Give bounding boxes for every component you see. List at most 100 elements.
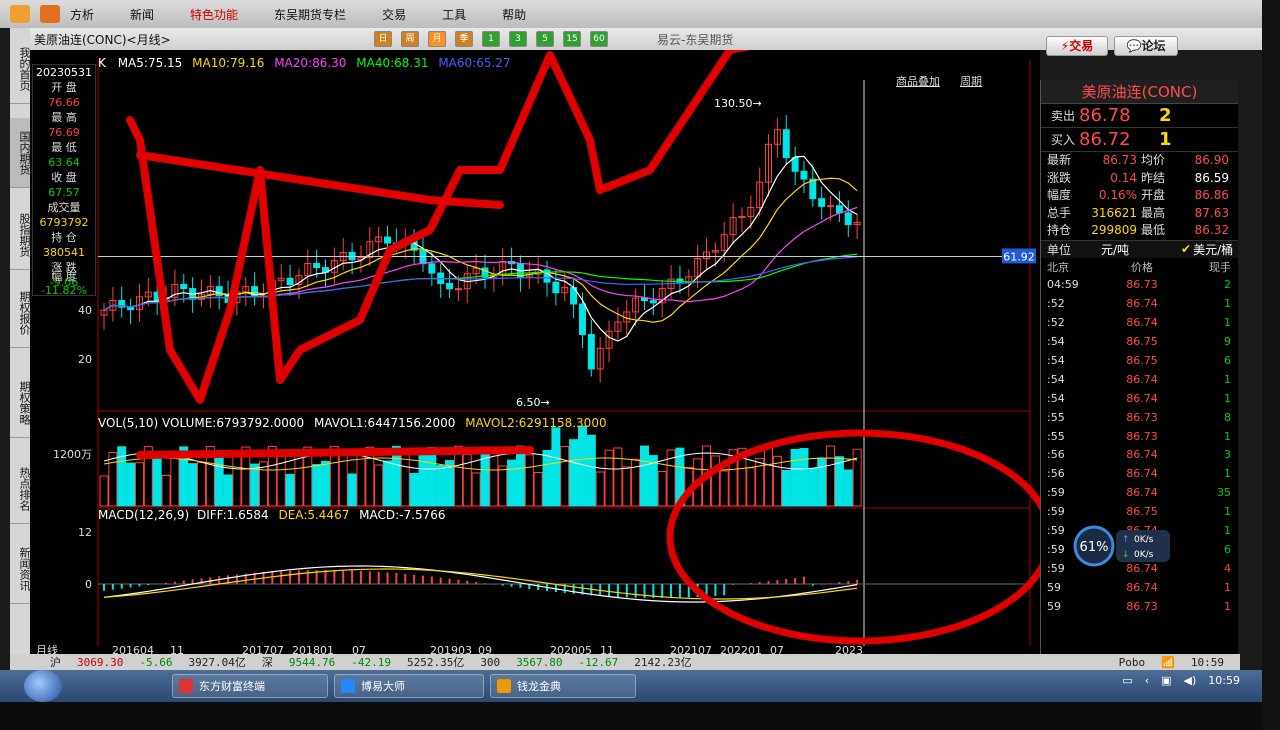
- minute-60-button[interactable]: 60: [590, 31, 608, 47]
- candle-body: [809, 178, 817, 200]
- volume-bar: [826, 445, 836, 507]
- volume-bar: [710, 455, 720, 507]
- volume-bar: [409, 472, 419, 507]
- macd-tick-label: 12: [78, 526, 92, 539]
- mavol2-value: MAVOL2:6291158.3000: [465, 416, 607, 430]
- tick-volume: 6: [1224, 354, 1231, 367]
- stat-oi-label: 持仓: [1047, 223, 1072, 237]
- window-caption: 易云-东吴期货: [657, 32, 734, 47]
- volume-bar: [126, 462, 136, 507]
- unit-label: 单位: [1047, 242, 1072, 257]
- tick-volume: 1: [1224, 524, 1231, 538]
- stat-prev-settle-label: 昨结: [1141, 170, 1166, 185]
- tick-price: 86.74: [1126, 448, 1158, 462]
- volume-bar: [719, 470, 729, 507]
- quote-panel: 美原油连(CONC) 卖出 86.78 2 买入 86.72 1 最新 86.7…: [1040, 80, 1238, 662]
- period-quarter-button[interactable]: 季: [455, 31, 473, 47]
- tick-volume: 2: [1224, 278, 1231, 292]
- period-week-button[interactable]: 周: [401, 31, 419, 47]
- net-down-speed: 0K/s: [1134, 550, 1154, 560]
- macd-legend: MACD(12,26,9) DIFF:1.6584 DEA:5.4467 MAC…: [98, 508, 446, 522]
- stat-pct-value: 0.16%: [1098, 188, 1137, 202]
- start-button[interactable]: [24, 670, 62, 702]
- menu-help[interactable]: 帮助: [502, 6, 526, 23]
- currency-check-icon[interactable]: ✔: [1181, 242, 1191, 256]
- ask-label: 卖出: [1051, 109, 1076, 123]
- info-low-value: 63.64: [48, 156, 80, 169]
- tick-volume: 1: [1224, 297, 1231, 311]
- task-boyi[interactable]: 博易大师: [334, 674, 484, 698]
- tab-option-strategy[interactable]: 期权策略: [10, 368, 31, 438]
- mavol1-value: MAVOL1:6447156.2000: [313, 416, 456, 430]
- task-eastmoney-label: 东方财富终端: [199, 680, 265, 693]
- chart-area[interactable]: 40 20 1200万 12 0 月线 201604 11 201707 201801 07 2019…: [30, 6, 1054, 662]
- volume-bar: [400, 453, 410, 507]
- forum-button[interactable]: 💬论坛: [1114, 36, 1178, 56]
- taskbar-clock[interactable]: 10:59: [1208, 674, 1240, 687]
- menu-analysis[interactable]: 方析: [70, 6, 94, 23]
- task-eastmoney[interactable]: 东方财富终端: [172, 674, 328, 698]
- volume-bar: [817, 457, 827, 507]
- volume-bar: [577, 425, 587, 507]
- stat-avg-label: 均价: [1141, 153, 1166, 167]
- volume-icon[interactable]: ◀): [1184, 674, 1197, 687]
- app-icon[interactable]: [10, 5, 30, 23]
- minute-15-button[interactable]: 15: [563, 31, 581, 47]
- volume-bar: [223, 474, 233, 507]
- currency-value[interactable]: 美元/桶: [1193, 241, 1233, 258]
- stat-low-value: 86.32: [1194, 223, 1229, 237]
- menu-news[interactable]: 新闻: [130, 6, 154, 23]
- candle-body: [454, 288, 462, 291]
- period-link[interactable]: 周期: [960, 73, 982, 89]
- hand-drawn-line: [136, 151, 504, 209]
- tick-price: 86.74: [1126, 316, 1158, 330]
- menu-trade[interactable]: 交易: [382, 6, 406, 23]
- tick-row: :54 86.74 1: [1041, 370, 1238, 389]
- kline-chart[interactable]: 40201200万120月线 201604 11 201707 201801 07 2019…: [30, 6, 1054, 662]
- home-icon[interactable]: [40, 5, 60, 23]
- keyboard-icon[interactable]: ▭: [1122, 674, 1132, 687]
- tick-time: :55: [1047, 410, 1065, 424]
- tab-home[interactable]: 我的首页: [10, 34, 31, 104]
- task-qianlong[interactable]: 钱龙金典: [490, 674, 636, 698]
- period-day-button[interactable]: 日: [374, 31, 392, 47]
- volume-bar: [312, 464, 322, 507]
- tick-volume: 1: [1224, 372, 1231, 386]
- status-300-amount: 2142.23亿: [634, 656, 692, 669]
- menu-tools[interactable]: 工具: [442, 6, 466, 23]
- ask-volume: 2: [1159, 105, 1172, 126]
- tick-time: :54: [1047, 354, 1065, 367]
- info-volume-label: 成交量: [47, 201, 81, 214]
- candle-body: [791, 157, 799, 172]
- commodity-overlay-link[interactable]: 商品叠加: [896, 73, 940, 89]
- menu-column[interactable]: 东吴期货专栏: [274, 6, 346, 23]
- stats-grid: 最新 86.73 均价 86.90 涨跌 0.14 昨结 86.59 幅度 0.…: [1041, 152, 1238, 240]
- tab-hot-ranking[interactable]: 热点排名: [10, 454, 31, 524]
- trade-button[interactable]: ⚡交易: [1046, 36, 1108, 56]
- volume-bar: [285, 473, 295, 507]
- tray-expand-icon[interactable]: ‹: [1145, 674, 1149, 687]
- status-sz-amount: 5252.35亿: [406, 656, 465, 669]
- status-sh-label: 沪: [50, 656, 61, 669]
- tab-option-quotes[interactable]: 期权报价: [10, 278, 31, 348]
- menu-features[interactable]: 特色功能: [190, 6, 238, 23]
- minute-1-button[interactable]: 1: [482, 31, 500, 47]
- minute-5-button[interactable]: 5: [536, 31, 554, 47]
- tick-row: :56 86.74 3: [1041, 446, 1238, 465]
- tick-row: :59 86.74 35: [1041, 483, 1238, 502]
- tab-news[interactable]: 新闻资讯: [10, 534, 31, 604]
- network-icon[interactable]: ▣: [1161, 674, 1171, 687]
- tab-index-futures[interactable]: 股指期货: [10, 200, 31, 270]
- volume-bar: [99, 475, 109, 507]
- volume-bar: [321, 460, 331, 507]
- net-up-speed: 0K/s: [1134, 535, 1154, 545]
- network-speed-widget: 61% ↑ 0K/s ↓ 0K/s: [1073, 525, 1170, 567]
- volume-bar: [498, 465, 508, 507]
- info-position-label: 持 仓: [51, 231, 77, 244]
- macd-title: MACD(12,26,9): [98, 508, 190, 522]
- tab-domestic-futures[interactable]: 国内期货: [10, 118, 31, 188]
- candle-body: [419, 249, 427, 265]
- minute-3-button[interactable]: 3: [509, 31, 527, 47]
- period-month-button[interactable]: 月: [428, 31, 446, 47]
- candle-body: [446, 282, 454, 290]
